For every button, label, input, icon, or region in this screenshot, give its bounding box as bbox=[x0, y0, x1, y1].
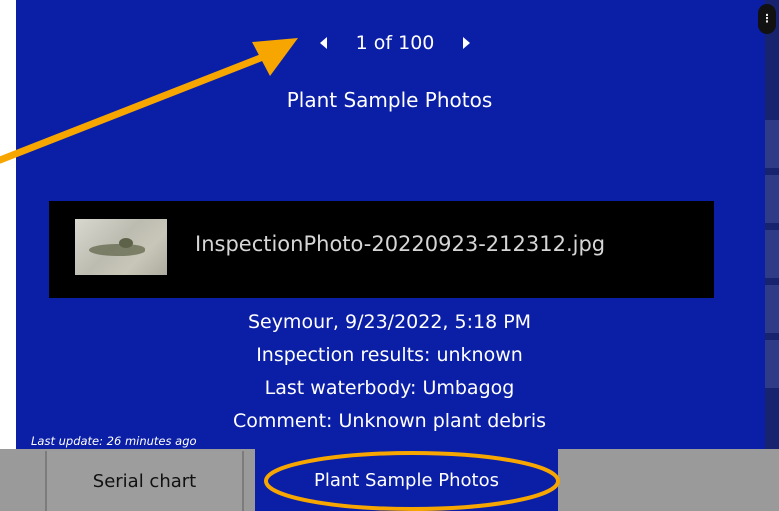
strip-segment bbox=[765, 175, 779, 223]
chevron-right-icon bbox=[462, 37, 470, 49]
attachment-filename[interactable]: InspectionPhoto-20220923-212312.jpg bbox=[195, 232, 605, 256]
tab-serial-chart[interactable]: Serial chart bbox=[45, 451, 244, 511]
chevron-left-icon bbox=[320, 37, 328, 49]
options-icon[interactable]: ⋮ bbox=[758, 4, 776, 34]
thumbnail-subject bbox=[89, 244, 145, 256]
attachment-row[interactable]: InspectionPhoto-20220923-212312.jpg bbox=[49, 201, 714, 298]
page-indicator: 1 of 100 bbox=[355, 32, 435, 54]
thumbnail-subject bbox=[119, 238, 133, 248]
last-update-text: Last update: 26 minutes ago bbox=[31, 434, 197, 448]
record-details: Seymour, 9/23/2022, 5:18 PM Inspection r… bbox=[0, 306, 779, 438]
strip-segment bbox=[765, 120, 779, 168]
detail-line: Seymour, 9/23/2022, 5:18 PM bbox=[247, 311, 532, 333]
next-page-button[interactable] bbox=[456, 33, 476, 53]
pager: 1 of 100 bbox=[300, 26, 490, 60]
detail-line: Inspection results: unknown bbox=[256, 344, 523, 366]
strip-segment bbox=[765, 230, 779, 278]
tab-plant-sample-photos[interactable]: Plant Sample Photos bbox=[255, 449, 558, 511]
photo-thumbnail[interactable] bbox=[75, 219, 167, 275]
section-title: Plant Sample Photos bbox=[286, 88, 493, 112]
detail-line: Last waterbody: Umbagog bbox=[264, 377, 515, 399]
previous-page-button[interactable] bbox=[314, 33, 334, 53]
